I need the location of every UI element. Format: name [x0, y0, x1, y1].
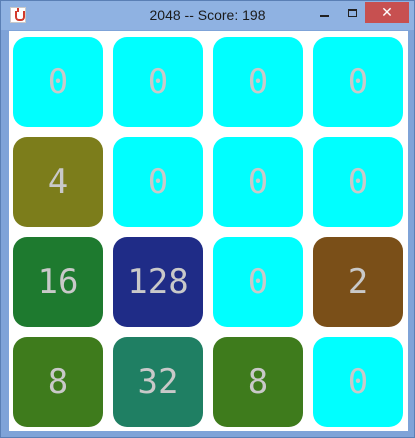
- tile-r3-c1: 16: [13, 237, 103, 327]
- tile-r1-c3: 0: [213, 37, 303, 127]
- maximize-button[interactable]: [339, 2, 365, 23]
- game-board[interactable]: 0 0 0 0 4 0 0 0 16 128 0 2 8 32 8 0: [9, 31, 408, 431]
- tile-r2-c3: 0: [213, 137, 303, 227]
- tile-r2-c1: 4: [13, 137, 103, 227]
- maximize-icon: [347, 8, 357, 17]
- tile-r1-c1: 0: [13, 37, 103, 127]
- tile-r4-c3: 8: [213, 337, 303, 427]
- tile-r1-c2: 0: [113, 37, 203, 127]
- tile-r2-c4: 0: [313, 137, 403, 227]
- close-button[interactable]: ✕: [365, 2, 409, 23]
- tile-r3-c3: 0: [213, 237, 303, 327]
- game-window: 2048 -- Score: 198 ✕ 0 0 0 0 4 0 0 0 16 …: [0, 0, 415, 438]
- tile-r4-c4: 0: [313, 337, 403, 427]
- close-icon: ✕: [381, 4, 393, 21]
- title-bar[interactable]: 2048 -- Score: 198 ✕: [1, 1, 414, 30]
- tile-r4-c1: 8: [13, 337, 103, 427]
- tile-r1-c4: 0: [313, 37, 403, 127]
- minimize-icon: [319, 14, 329, 17]
- tile-r3-c2: 128: [113, 237, 203, 327]
- minimize-button[interactable]: [311, 2, 337, 23]
- tile-r3-c4: 2: [313, 237, 403, 327]
- tile-r2-c2: 0: [113, 137, 203, 227]
- tile-r4-c2: 32: [113, 337, 203, 427]
